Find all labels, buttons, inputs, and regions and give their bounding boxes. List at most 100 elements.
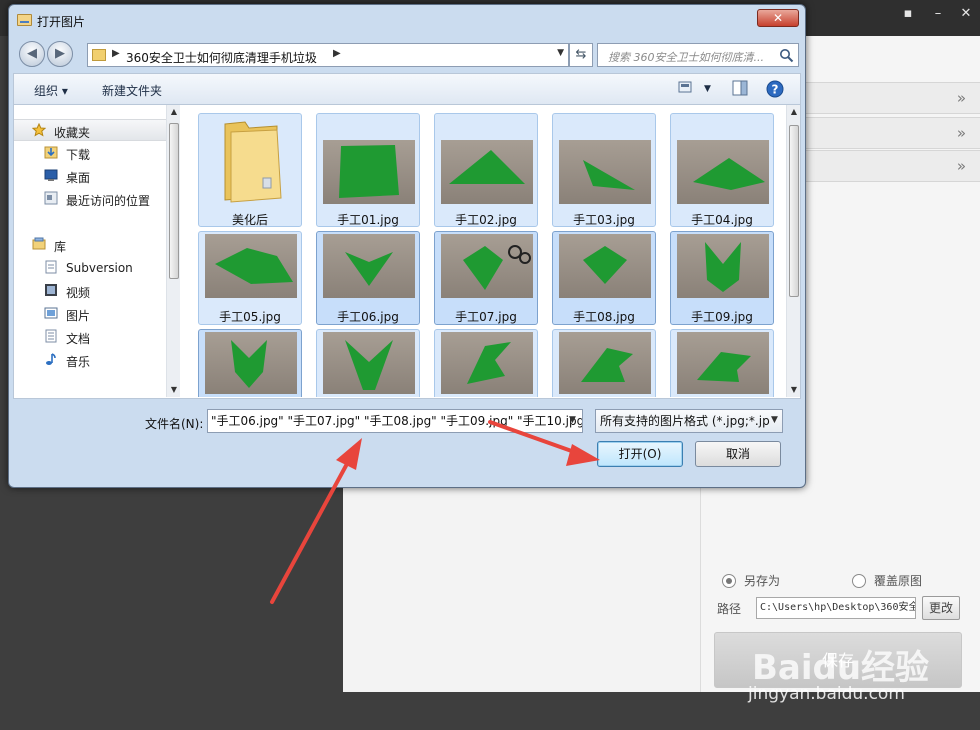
file-label: 手工02.jpg (455, 213, 517, 227)
file-item-selected[interactable]: 手工06.jpg (316, 231, 420, 325)
view-dropdown-icon[interactable]: ▼ (704, 84, 711, 94)
path-label: 路径 (717, 602, 742, 616)
thumbnail (205, 234, 297, 298)
breadcrumb-current-folder[interactable]: 360安全卫士如何彻底清理手机垃圾 (126, 49, 317, 66)
file-item[interactable] (670, 329, 774, 397)
breadcrumb-separator-icon[interactable]: ▶ (333, 48, 341, 59)
sidebar-item-documents[interactable]: 文档 (14, 326, 168, 348)
paper-craft-thumbnail (231, 340, 267, 388)
dialog-title-bar[interactable]: 打开图片 ✕ (9, 5, 805, 35)
sidebar-item-favorites[interactable]: 收藏夹 (14, 119, 168, 141)
desktop-icon (44, 169, 58, 181)
thumbnail (677, 140, 769, 204)
file-item[interactable]: 手工05.jpg (198, 231, 302, 325)
scroll-down-icon[interactable]: ▼ (787, 383, 801, 397)
open-button[interactable]: 打开(O) (597, 441, 683, 467)
refresh-icon: ⇆ (575, 47, 587, 62)
file-label: 手工01.jpg (337, 213, 399, 227)
chevron-down-icon[interactable]: ▼ (771, 415, 778, 425)
library-icon (32, 237, 46, 250)
file-item-selected[interactable]: 手工09.jpg (670, 231, 774, 325)
preview-pane-icon[interactable] (732, 80, 748, 96)
help-icon[interactable]: ? (766, 80, 784, 98)
feedback-icon[interactable]: ▪ (896, 4, 920, 24)
watermark-url: jingyan.baidu.com (748, 684, 905, 704)
filename-input[interactable]: "手工06.jpg" "手工07.jpg" "手工08.jpg" "手工09.j… (207, 409, 583, 433)
paper-craft-thumbnail (705, 242, 741, 292)
file-item[interactable]: 手工01.jpg (316, 113, 420, 227)
paper-craft-thumbnail (449, 150, 525, 184)
breadcrumb-separator-icon[interactable]: ▶ (112, 48, 120, 59)
address-bar[interactable]: ▶ 360安全卫士如何彻底清理手机垃圾 ▶ ▼ (87, 43, 569, 67)
paper-craft-thumbnail (583, 160, 635, 190)
sidebar-scroll-thumb[interactable] (169, 123, 179, 279)
paper-craft-thumbnail (583, 246, 627, 284)
save-as-option[interactable]: 另存为 (722, 572, 780, 589)
close-icon[interactable]: ✕ (954, 4, 978, 24)
paper-craft-thumbnail (697, 352, 751, 382)
file-grid-scroll-thumb[interactable] (789, 125, 799, 297)
chevron-down-icon[interactable]: ▼ (569, 415, 576, 425)
back-button[interactable]: ◀ (19, 41, 45, 67)
file-item[interactable]: 手工03.jpg (552, 113, 656, 227)
thumbnail (559, 234, 651, 298)
file-item-selected[interactable]: 手工07.jpg (434, 231, 538, 325)
file-grid-scrollbar[interactable]: ▲ ▼ (786, 105, 800, 397)
file-item[interactable] (316, 329, 420, 397)
minimize-icon[interactable]: – (926, 4, 950, 24)
new-folder-button[interactable]: 新建文件夹 (102, 82, 162, 99)
refresh-button[interactable]: ⇆ (569, 43, 593, 67)
file-item[interactable] (434, 329, 538, 397)
file-type-filter[interactable]: 所有支持的图片格式 (*.jpg;*.jp (595, 409, 783, 433)
cancel-button[interactable]: 取消 (695, 441, 781, 467)
organize-menu[interactable]: 组织 ▾ (34, 82, 68, 99)
file-grid: 美化后 手工01.jpg 手工02.jpg 手工03.jpg 手工04.jpg (198, 113, 776, 397)
file-label: 手工07.jpg (455, 310, 517, 324)
dialog-close-button[interactable]: ✕ (757, 9, 799, 27)
view-mode-icon[interactable] (678, 80, 694, 94)
file-label: 手工03.jpg (573, 213, 635, 227)
file-label: 手工08.jpg (573, 310, 635, 324)
path-field[interactable]: C:\Users\hp\Desktop\360安全 (756, 597, 916, 619)
sidebar-item-desktop[interactable]: 桌面 (14, 165, 168, 187)
file-item[interactable]: 手工02.jpg (434, 113, 538, 227)
paper-craft-thumbnail (693, 158, 765, 190)
overwrite-label: 覆盖原图 (874, 574, 923, 588)
chevron-down-icon[interactable]: ▼ (557, 48, 564, 58)
forward-button[interactable]: ▶ (47, 41, 73, 67)
thumbnail (441, 332, 533, 394)
file-item-selected[interactable] (198, 329, 302, 397)
search-placeholder: 搜索 360安全卫士如何彻底清... (608, 51, 764, 64)
sidebar-item-music[interactable]: 音乐 (14, 349, 168, 371)
sidebar-item-libraries[interactable]: 库 (14, 234, 168, 256)
thumbnail (677, 332, 769, 394)
folder-icon (92, 49, 106, 61)
save-as-radio[interactable] (722, 573, 736, 588)
navigation-pane: 收藏夹 下载 桌面 最近访问的位置 库 Subversion 视频 图片 文档 … (14, 105, 168, 397)
thumbnail (559, 140, 651, 204)
scroll-up-icon[interactable]: ▲ (167, 105, 181, 119)
file-item-selected[interactable]: 手工08.jpg (552, 231, 656, 325)
sidebar-item-recent-places[interactable]: 最近访问的位置 (14, 188, 168, 210)
sidebar-scrollbar[interactable]: ▲ ▼ (166, 105, 180, 397)
overwrite-radio[interactable] (852, 573, 866, 588)
sidebar-item-downloads[interactable]: 下载 (14, 142, 168, 164)
sidebar-item-subversion[interactable]: Subversion (14, 257, 168, 279)
file-item-folder[interactable]: 美化后 (198, 113, 302, 227)
change-path-button[interactable]: 更改 (922, 596, 960, 620)
search-input[interactable]: 搜索 360安全卫士如何彻底清... (597, 43, 799, 67)
thumbnail (205, 332, 297, 394)
document-icon (45, 260, 57, 274)
overwrite-option[interactable]: 覆盖原图 (852, 572, 922, 589)
arrow-right-icon: ▶ (55, 46, 65, 61)
paper-craft-thumbnail (463, 245, 531, 290)
sidebar-item-videos[interactable]: 视频 (14, 280, 168, 302)
file-item[interactable] (552, 329, 656, 397)
search-icon[interactable] (779, 48, 794, 63)
scroll-down-icon[interactable]: ▼ (167, 383, 181, 397)
file-item[interactable]: 手工04.jpg (670, 113, 774, 227)
paper-craft-thumbnail (345, 340, 393, 390)
sidebar-item-pictures[interactable]: 图片 (14, 303, 168, 325)
chevron-right-icon: » (956, 124, 966, 142)
scroll-up-icon[interactable]: ▲ (787, 105, 801, 119)
